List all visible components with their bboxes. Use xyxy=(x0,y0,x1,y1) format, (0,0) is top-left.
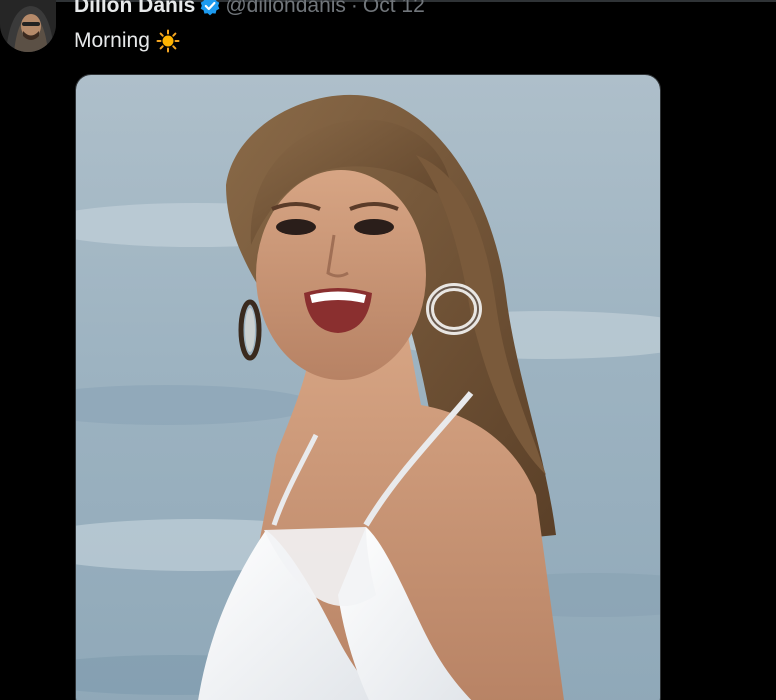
tweet-text-content: Morning xyxy=(74,29,150,52)
tweet-header: Dillon Danis @dillondanis · Oct 12 xyxy=(74,0,425,19)
photo-image-icon xyxy=(76,75,660,700)
timestamp[interactable]: Oct 12 xyxy=(363,0,425,19)
tweet-photo[interactable] xyxy=(75,74,661,700)
avatar[interactable] xyxy=(0,0,56,52)
separator-dot: · xyxy=(350,0,358,17)
sun-emoji-icon xyxy=(156,29,180,53)
verified-badge-icon[interactable] xyxy=(199,0,221,17)
handle[interactable]: @dillondanis xyxy=(225,0,346,19)
tweet-text: Morning xyxy=(74,28,180,54)
tweet[interactable]: Dillon Danis @dillondanis · Oct 12 Morni… xyxy=(0,0,776,700)
avatar-photo-icon xyxy=(0,0,56,52)
display-name[interactable]: Dillon Danis xyxy=(74,0,195,19)
